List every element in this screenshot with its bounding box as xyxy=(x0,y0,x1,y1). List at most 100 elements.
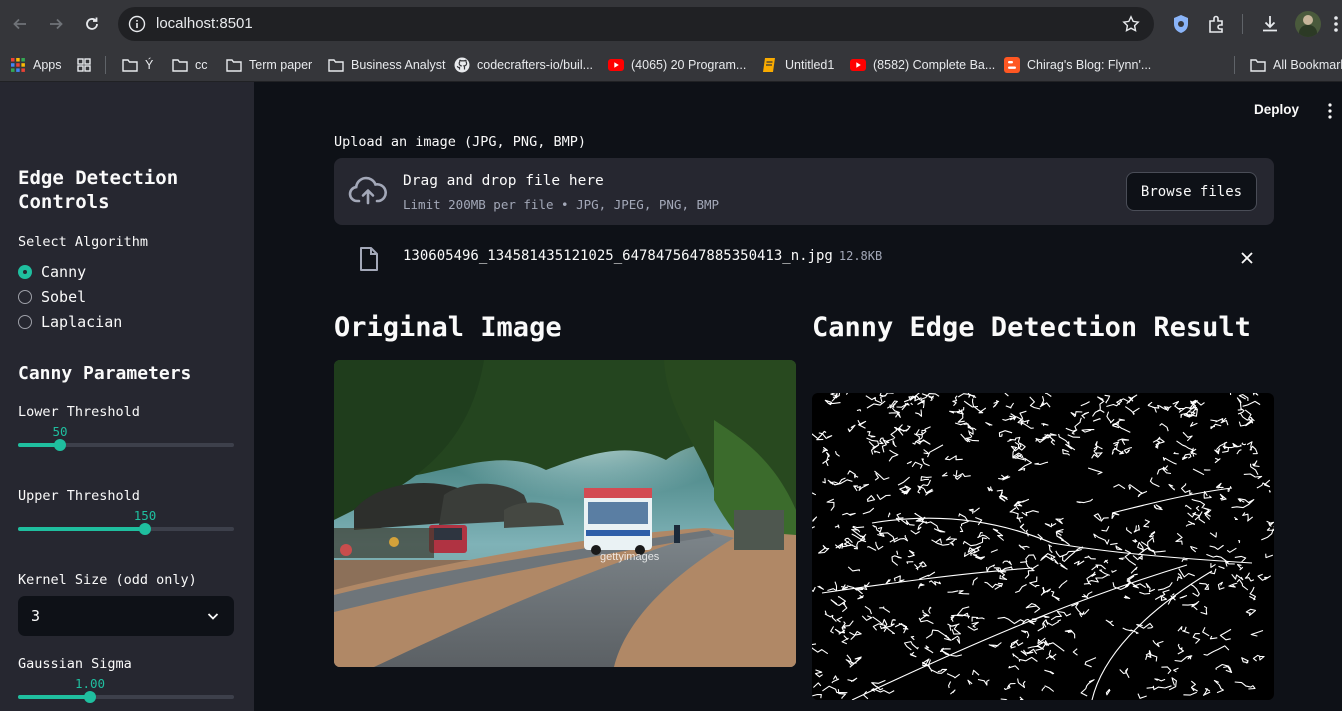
grid-icon xyxy=(76,57,92,73)
radio-laplacian[interactable]: Laplacian xyxy=(18,312,122,332)
select-value: 3 xyxy=(31,607,41,625)
bookmark-label: Untitled1 xyxy=(785,58,835,72)
radio-label: Sobel xyxy=(41,288,87,306)
bookmark-github[interactable]: codecrafters-io/buil... xyxy=(454,54,593,76)
uploaded-file: 130605496_134581435121025_64784756478853… xyxy=(334,242,1274,276)
reload-button[interactable] xyxy=(78,10,106,38)
radio-unselected-icon xyxy=(18,290,32,304)
folder-icon xyxy=(122,57,138,73)
slider-thumb[interactable] xyxy=(139,523,151,535)
sidebar: Edge Detection Controls Select Algorithm… xyxy=(0,82,254,711)
folder-icon xyxy=(1250,57,1266,73)
youtube-icon xyxy=(608,57,624,73)
cloud-upload-icon xyxy=(348,176,387,205)
bookmark-separator xyxy=(105,56,106,74)
blogger-icon xyxy=(1004,57,1020,73)
road-scene-image: gettyimages xyxy=(334,360,796,667)
radio-canny[interactable]: Canny xyxy=(18,262,86,282)
gaussian-sigma-label: Gaussian Sigma xyxy=(18,656,132,672)
info-icon[interactable] xyxy=(128,15,146,33)
original-image-title: Original Image xyxy=(334,312,562,343)
bookmark-youtube-1[interactable]: (4065) 20 Program... xyxy=(608,54,746,76)
bookmark-label: Business Analyst xyxy=(351,58,446,72)
chevron-down-icon xyxy=(207,613,219,620)
arrow-left-icon xyxy=(13,18,26,30)
bookmark-star-icon[interactable] xyxy=(1122,15,1140,33)
bookmark-label: Chirag's Blog: Flynn'... xyxy=(1027,58,1152,72)
slider-value: 150 xyxy=(133,508,157,523)
deploy-button[interactable]: Deploy xyxy=(1254,102,1299,117)
bookmark-folder-y[interactable]: Ý xyxy=(122,54,153,76)
bookmark-folder-business-analyst[interactable]: Business Analyst xyxy=(328,54,446,76)
edge-result-image xyxy=(812,393,1274,700)
reload-icon xyxy=(86,17,98,30)
bookmark-folder-term-paper[interactable]: Term paper xyxy=(226,54,312,76)
main-menu-icon[interactable] xyxy=(1326,102,1334,120)
bookmark-grid[interactable] xyxy=(76,54,99,76)
upper-threshold-slider[interactable]: 150 xyxy=(18,508,234,538)
notebook-icon xyxy=(762,57,778,73)
bookmark-folder-cc[interactable]: cc xyxy=(172,54,208,76)
bookmark-label: cc xyxy=(195,58,208,72)
watermark-text: gettyimages xyxy=(600,551,660,563)
bookmark-label: codecrafters-io/buil... xyxy=(477,58,594,72)
github-icon xyxy=(454,57,470,73)
kernel-size-label: Kernel Size (odd only) xyxy=(18,572,197,588)
download-icon[interactable] xyxy=(1259,13,1281,35)
dropzone-instructions: Drag and drop file here xyxy=(403,173,604,189)
lower-threshold-slider[interactable]: 50 xyxy=(18,424,234,454)
sidebar-title: Edge Detection Controls xyxy=(18,167,179,213)
browser-toolbar: localhost:8501 xyxy=(0,0,1342,48)
gaussian-sigma-slider[interactable]: 1.00 xyxy=(18,676,234,706)
profile-avatar[interactable] xyxy=(1295,11,1321,37)
folder-icon xyxy=(226,57,242,73)
address-bar[interactable]: localhost:8501 xyxy=(118,7,1154,41)
forward-button[interactable] xyxy=(42,10,70,38)
bookmark-apps[interactable]: Apps xyxy=(10,54,62,76)
bookmark-label: (4065) 20 Program... xyxy=(631,58,747,72)
file-dropzone[interactable]: Drag and drop file here Limit 200MB per … xyxy=(334,158,1274,225)
radio-label: Canny xyxy=(41,263,87,281)
shield-extension-icon[interactable] xyxy=(1170,13,1192,35)
toolbar-divider xyxy=(1242,14,1243,34)
algorithm-label: Select Algorithm xyxy=(18,234,149,250)
close-icon[interactable] xyxy=(1240,251,1254,265)
file-icon xyxy=(360,247,378,271)
dropzone-limit: Limit 200MB per file • JPG, JPEG, PNG, B… xyxy=(403,197,720,212)
browse-files-button[interactable]: Browse files xyxy=(1126,172,1257,211)
main-content: Deploy Upload an image (JPG, PNG, BMP) D… xyxy=(254,82,1342,711)
bookmark-blogger[interactable]: Chirag's Blog: Flynn'... xyxy=(1004,54,1151,76)
bookmark-label: (8582) Complete Ba... xyxy=(873,58,996,72)
file-name-text: 130605496_134581435121025_64784756478853… xyxy=(403,248,833,264)
kernel-size-select[interactable]: 3 xyxy=(18,596,234,636)
slider-fill xyxy=(18,695,90,699)
extensions-puzzle-icon[interactable] xyxy=(1206,13,1228,35)
slider-thumb[interactable] xyxy=(84,691,96,703)
back-button[interactable] xyxy=(6,10,34,38)
bookmark-youtube-2[interactable]: (8582) Complete Ba... xyxy=(850,54,995,76)
bookmark-label: Ý xyxy=(145,58,154,72)
arrow-right-icon xyxy=(50,18,63,30)
bookmark-all-bookmarks[interactable]: All Bookmarks xyxy=(1250,54,1342,76)
radio-selected-icon xyxy=(18,265,32,279)
bookmark-untitled1[interactable]: Untitled1 xyxy=(762,54,834,76)
radio-unselected-icon xyxy=(18,315,32,329)
url-text[interactable]: localhost:8501 xyxy=(156,15,253,32)
edge-lines xyxy=(812,393,1274,700)
radio-label: Laplacian xyxy=(41,313,123,331)
parameters-heading: Canny Parameters xyxy=(18,363,192,384)
slider-value: 50 xyxy=(52,424,68,439)
menu-dots-icon[interactable] xyxy=(1330,13,1342,35)
uploader-label: Upload an image (JPG, PNG, BMP) xyxy=(334,134,586,150)
upper-threshold-label: Upper Threshold xyxy=(18,488,140,504)
slider-thumb[interactable] xyxy=(54,439,66,451)
bookmark-label: Apps xyxy=(33,58,62,72)
apps-grid-icon xyxy=(10,57,26,73)
folder-icon xyxy=(328,57,344,73)
file-name: 130605496_134581435121025_64784756478853… xyxy=(403,248,882,264)
bookmark-separator xyxy=(1234,56,1235,74)
lower-threshold-label: Lower Threshold xyxy=(18,404,140,420)
radio-sobel[interactable]: Sobel xyxy=(18,287,86,307)
youtube-icon xyxy=(850,57,866,73)
edge-map-image xyxy=(812,393,1274,700)
